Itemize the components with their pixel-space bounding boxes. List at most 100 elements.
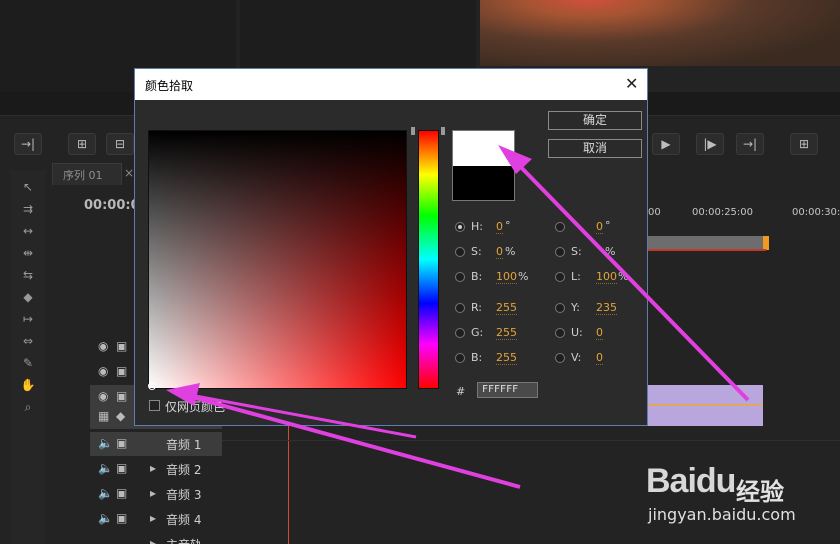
video-preview: [480, 0, 840, 66]
green-radio[interactable]: [455, 328, 465, 338]
rolling-edit-icon[interactable]: ⇹: [18, 244, 38, 262]
u-radio[interactable]: [555, 328, 565, 338]
dialog-titlebar[interactable]: 颜色拾取 ✕: [135, 69, 647, 100]
track-header-audio: 🔈 ▣ ▸ 音频 3: [90, 482, 222, 506]
expand-triangle-icon[interactable]: ▸: [150, 511, 156, 525]
rate-stretch-icon[interactable]: ⇆: [18, 266, 38, 284]
dialog-title: 颜色拾取: [145, 79, 194, 93]
playhead-line[interactable]: [288, 415, 289, 544]
lightness-value-input[interactable]: 100: [596, 270, 617, 284]
keyframe-icon[interactable]: ▦: [98, 409, 109, 423]
keyframe-diamond-icon[interactable]: ◆: [116, 409, 125, 423]
go-to-next-icon[interactable]: →|: [736, 133, 764, 155]
film-icon[interactable]: ▣: [116, 436, 127, 450]
track-label: 主音轨: [166, 536, 202, 544]
brightness-radio[interactable]: [455, 272, 465, 282]
speaker-icon[interactable]: 🔈: [98, 511, 113, 525]
red-radio[interactable]: [455, 303, 465, 313]
speaker-icon[interactable]: 🔈: [98, 461, 113, 475]
y-value-input[interactable]: 235: [596, 301, 617, 315]
ripple-edit-icon[interactable]: ↔: [18, 222, 38, 240]
go-to-out-icon[interactable]: →|: [14, 133, 42, 155]
close-icon[interactable]: ✕: [625, 74, 638, 93]
hue-radio[interactable]: [455, 222, 465, 232]
expand-triangle-icon[interactable]: ▸: [150, 536, 156, 544]
hand-icon[interactable]: ✋: [18, 376, 38, 394]
percent-unit: %: [518, 270, 529, 283]
expand-triangle-icon[interactable]: ▸: [150, 486, 156, 500]
timeline-ruler[interactable]: 00 00:00:25:00 00:00:30:: [648, 200, 840, 240]
speaker-icon[interactable]: 🔈: [98, 436, 113, 450]
hex-input[interactable]: FFFFFF: [477, 382, 538, 398]
hue-slider[interactable]: [418, 130, 439, 389]
slip-icon[interactable]: ↦: [18, 310, 38, 328]
timeline-timecode[interactable]: 00:00:0: [84, 198, 140, 213]
hsl-saturation-radio[interactable]: [555, 247, 565, 257]
hex-label: #: [456, 385, 466, 398]
u-label: U:: [571, 326, 583, 339]
percent-unit: %: [605, 245, 616, 258]
original-color-swatch[interactable]: [453, 166, 514, 200]
lightness-radio[interactable]: [555, 272, 565, 282]
brightness-label: B:: [471, 270, 483, 283]
film-icon[interactable]: ▣: [116, 461, 127, 475]
blue-radio[interactable]: [455, 353, 465, 363]
work-area-bar[interactable]: [648, 236, 766, 250]
eye-icon[interactable]: ◉: [98, 339, 108, 353]
v-radio[interactable]: [555, 353, 565, 363]
track-label: 音频 3: [166, 488, 202, 502]
razor-icon[interactable]: ◆: [18, 288, 38, 306]
track-header-master: ▸ 主音轨: [90, 532, 222, 544]
pen-icon[interactable]: ✎: [18, 354, 38, 372]
picker-cursor[interactable]: [148, 382, 156, 390]
web-colors-label: 仅网页颜色: [165, 400, 226, 414]
watermark-url: jingyan.baidu.com: [648, 505, 796, 524]
lift-icon[interactable]: ⊞: [790, 133, 818, 155]
hsl-saturation-label: S:: [571, 245, 582, 258]
film-icon[interactable]: ▣: [116, 511, 127, 525]
step-forward-icon[interactable]: |▶: [696, 133, 724, 155]
u-value-input[interactable]: 0: [596, 326, 603, 340]
y-radio[interactable]: [555, 303, 565, 313]
track-select-icon[interactable]: ⇉: [18, 200, 38, 218]
film-icon[interactable]: ▣: [116, 389, 127, 403]
y-label: Y:: [571, 301, 580, 314]
watermark-text: 经验: [736, 478, 784, 506]
eye-icon[interactable]: ◉: [98, 364, 108, 378]
overwrite-icon[interactable]: ⊟: [106, 133, 134, 155]
selection-tool-icon[interactable]: ↖: [18, 178, 38, 196]
hue-slider-handle-left[interactable]: [411, 127, 415, 135]
hsl-hue-radio[interactable]: [555, 222, 565, 232]
film-icon[interactable]: ▣: [116, 364, 127, 378]
saturation-value-input[interactable]: 0: [496, 245, 503, 259]
slide-icon[interactable]: ⇔: [18, 332, 38, 350]
new-color-swatch: [453, 131, 514, 166]
film-icon[interactable]: ▣: [116, 339, 127, 353]
work-area-end-marker[interactable]: [763, 236, 769, 250]
speaker-icon[interactable]: 🔈: [98, 486, 113, 500]
v-value-input[interactable]: 0: [596, 351, 603, 365]
clip-opacity-line[interactable]: [648, 404, 763, 406]
ok-button[interactable]: 确定: [548, 111, 642, 130]
red-value-input[interactable]: 255: [496, 301, 517, 315]
saturation-brightness-field[interactable]: [148, 130, 407, 389]
zoom-icon[interactable]: ⌕: [18, 398, 38, 416]
tools-panel: ↖ ⇉ ↔ ⇹ ⇆ ◆ ↦ ⇔ ✎ ✋ ⌕: [10, 170, 46, 544]
blue-value-input[interactable]: 255: [496, 351, 517, 365]
expand-triangle-icon[interactable]: ▸: [150, 461, 156, 475]
insert-icon[interactable]: ⊞: [68, 133, 96, 155]
eye-icon[interactable]: ◉: [98, 389, 108, 403]
play-icon[interactable]: ▶: [652, 133, 680, 155]
track-header-audio: 🔈 ▣ ▸ 音频 4: [90, 507, 222, 531]
brightness-value-input[interactable]: 100: [496, 270, 517, 284]
green-value-input[interactable]: 255: [496, 326, 517, 340]
hue-slider-handle-right[interactable]: [441, 127, 445, 135]
cancel-button[interactable]: 取消: [548, 139, 642, 158]
saturation-radio[interactable]: [455, 247, 465, 257]
tab-sequence[interactable]: 序列 01: [52, 163, 122, 185]
hsl-hue-value-input[interactable]: 0: [596, 220, 603, 234]
track-label: 音频 2: [166, 463, 202, 477]
hue-value-input[interactable]: 0: [496, 220, 503, 234]
web-colors-checkbox[interactable]: [149, 400, 160, 411]
film-icon[interactable]: ▣: [116, 486, 127, 500]
